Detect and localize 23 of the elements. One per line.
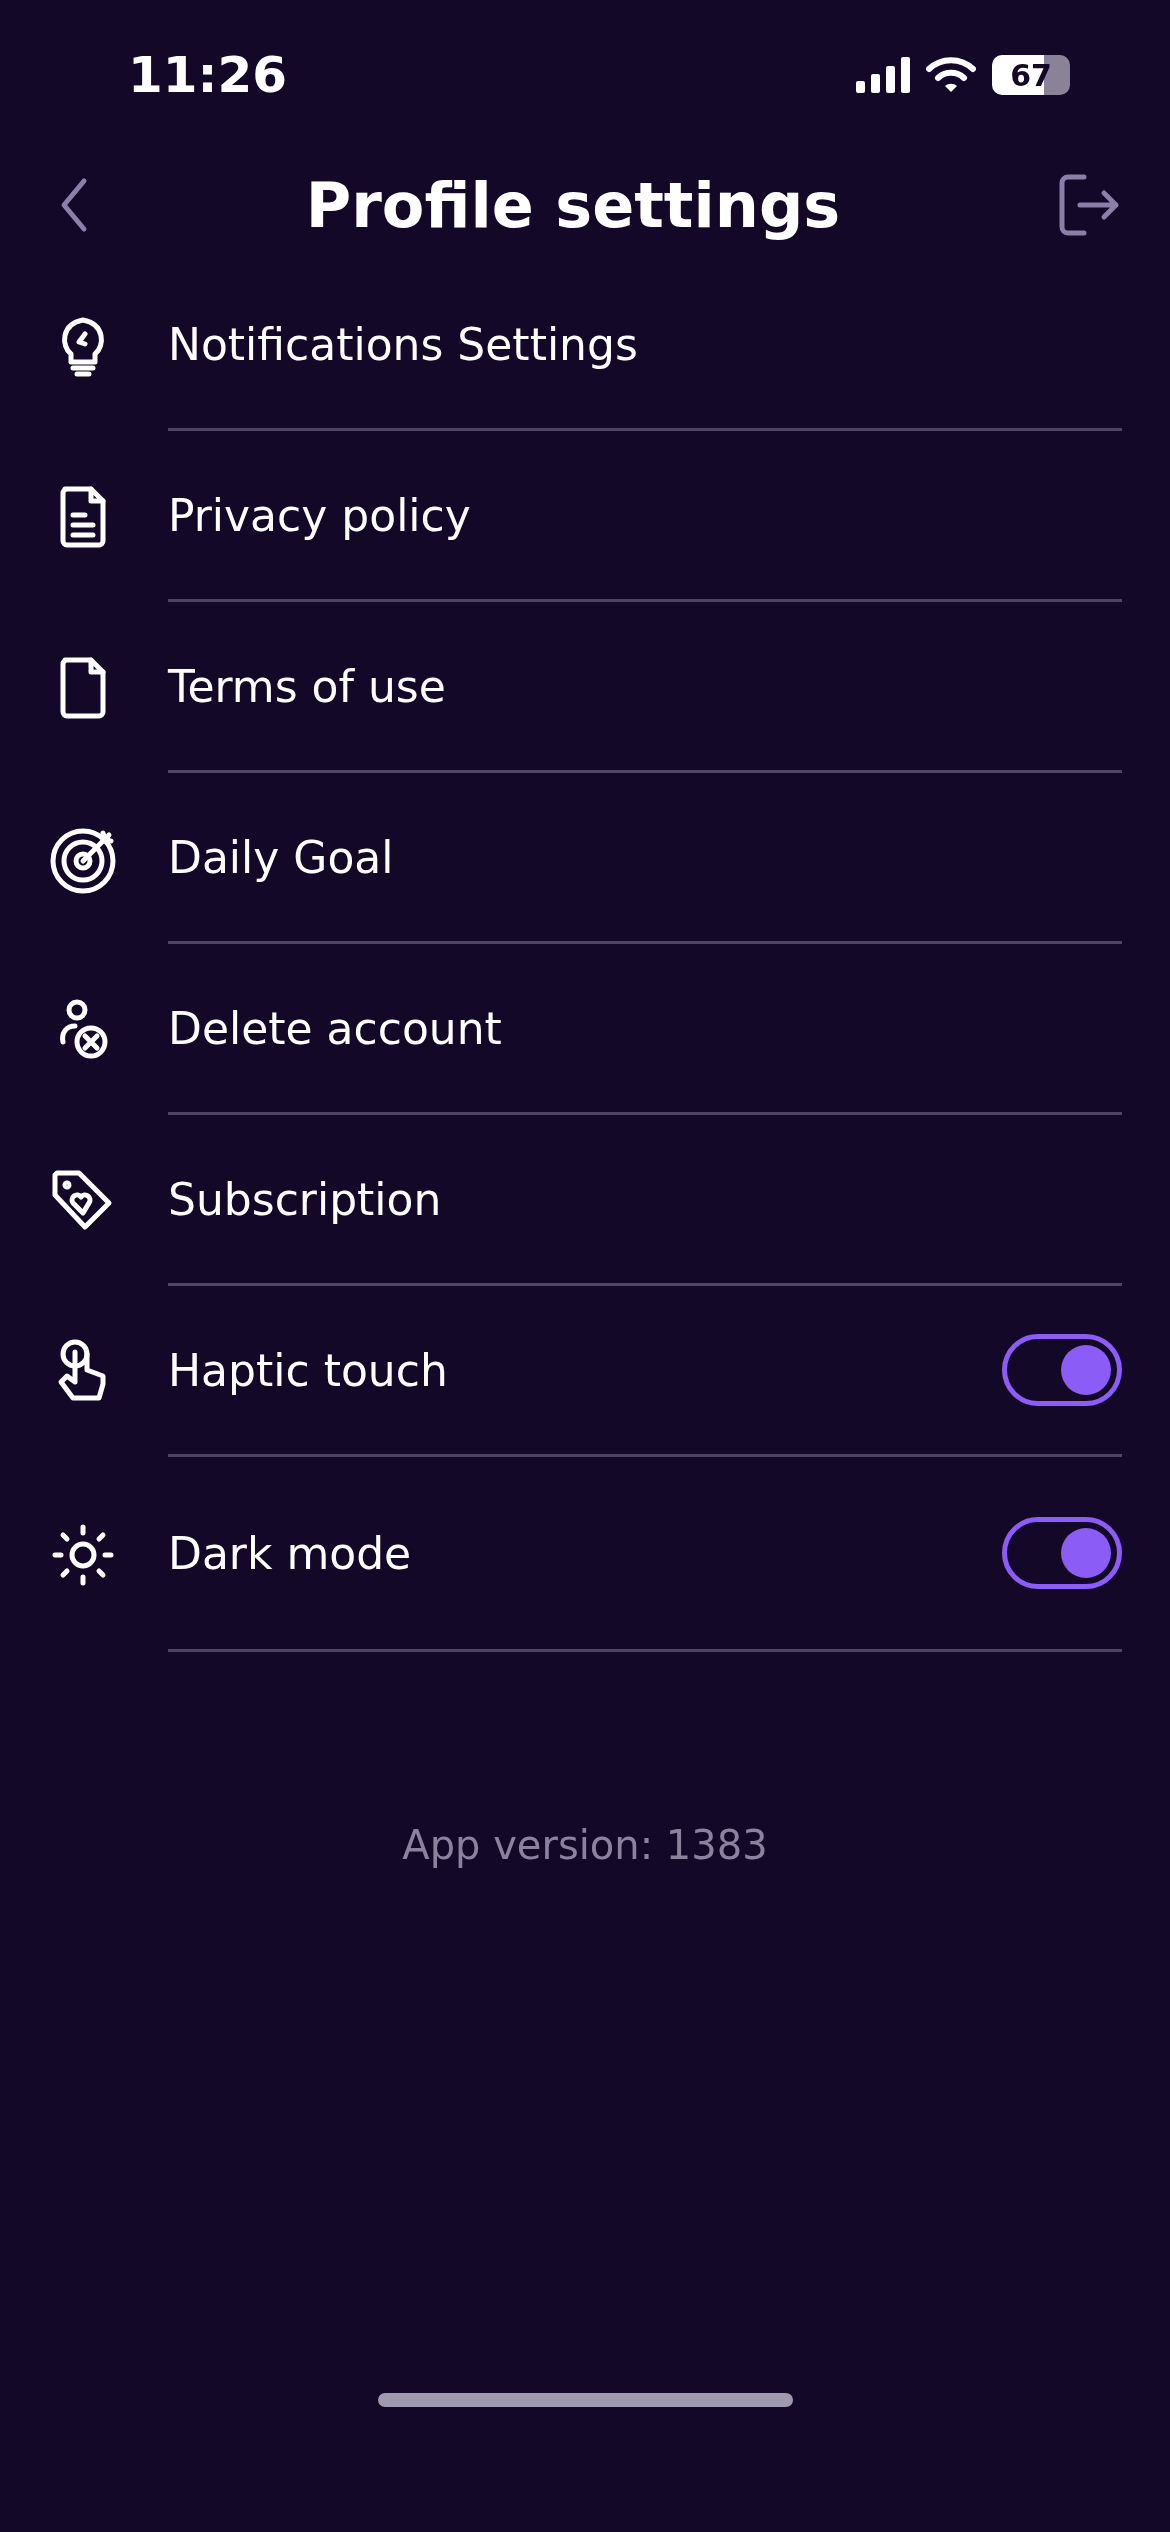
app-version: App version: 1383	[401, 1822, 769, 1868]
menu-label: Subscription	[168, 1173, 442, 1225]
menu-item[interactable]: Delete account	[0, 944, 1170, 1115]
menu-label: Notifications Settings	[168, 318, 638, 370]
toggle-switch[interactable]	[1002, 1517, 1122, 1589]
menu-item[interactable]: Subscription	[0, 1115, 1170, 1286]
menu-label: Privacy policy	[168, 489, 471, 541]
menu-label: Terms of use	[168, 660, 446, 712]
page-title: Profile settings	[305, 168, 841, 242]
menu-item[interactable]: Daily Goal	[0, 773, 1170, 944]
signal-icon	[856, 57, 910, 93]
menu-item[interactable]: Privacy policy	[0, 431, 1170, 602]
back-button[interactable]	[60, 177, 88, 233]
menu-label: Delete account	[168, 1002, 502, 1054]
menu-item[interactable]: Notifications Settings	[0, 260, 1170, 431]
menu-label: Dark mode	[168, 1527, 412, 1579]
menu-item[interactable]: Terms of use	[0, 602, 1170, 773]
menu-label: Haptic touch	[168, 1344, 448, 1396]
menu-label: Daily Goal	[168, 831, 394, 883]
battery-icon: 67	[992, 55, 1070, 95]
toggle-switch[interactable]	[1002, 1334, 1122, 1406]
wifi-icon	[926, 57, 976, 93]
status-time: 11:26	[128, 46, 288, 104]
